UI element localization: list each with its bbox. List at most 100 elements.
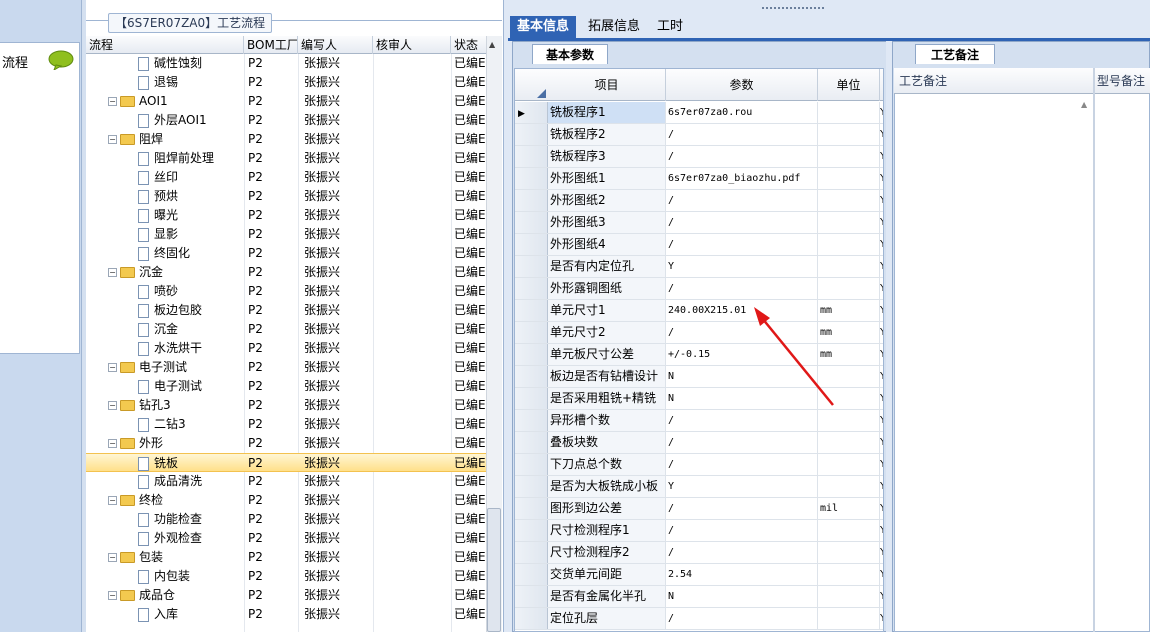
item-cell[interactable]: 外形图纸3	[548, 212, 666, 233]
extra-cell[interactable]: Y	[880, 344, 883, 365]
tree-node-label[interactable]: 板边包胶	[154, 303, 202, 317]
drag-handle[interactable]	[762, 7, 824, 13]
param-row[interactable]: 外形露铜图纸/ Y	[515, 278, 883, 300]
param-cell[interactable]: 6s7er07za0.rou	[666, 102, 818, 123]
extra-cell[interactable]: Y	[880, 146, 883, 167]
item-cell[interactable]: 交货单元间距	[548, 564, 666, 585]
tree-row[interactable]: 丝印 P2 张振兴 已编E	[86, 168, 486, 187]
tree-row[interactable]: 功能检查 P2 张振兴 已编E	[86, 510, 486, 529]
row-header[interactable]	[515, 146, 548, 167]
tree-row[interactable]: 外层AOI1 P2 张振兴 已编E	[86, 111, 486, 130]
item-cell[interactable]: 异形槽个数	[548, 410, 666, 431]
param-cell[interactable]: /	[666, 454, 818, 475]
unit-cell[interactable]	[818, 124, 880, 145]
tree-node-label[interactable]: 退锡	[154, 75, 178, 89]
unit-cell[interactable]	[818, 542, 880, 563]
tree-row[interactable]: 显影 P2 张振兴 已编E	[86, 225, 486, 244]
tree-node-label[interactable]: 碱性蚀刻	[154, 56, 202, 70]
param-cell[interactable]: /	[666, 234, 818, 255]
param-cell[interactable]: /	[666, 608, 818, 629]
param-row[interactable]: 板边是否有钻槽设计N Y	[515, 366, 883, 388]
item-cell[interactable]: 外形露铜图纸	[548, 278, 666, 299]
item-cell[interactable]: 叠板块数	[548, 432, 666, 453]
param-cell[interactable]: /	[666, 498, 818, 519]
row-header[interactable]	[515, 300, 548, 321]
unit-cell[interactable]	[818, 410, 880, 431]
unit-cell[interactable]: mm	[818, 322, 880, 343]
tree-row[interactable]: 喷砂 P2 张振兴 已编E	[86, 282, 486, 301]
extra-cell[interactable]: Y	[880, 300, 883, 321]
item-cell[interactable]: 是否有金属化半孔	[548, 586, 666, 607]
tree-node-label[interactable]: AOI1	[139, 94, 168, 108]
remarks-divider[interactable]	[1093, 68, 1095, 632]
extra-cell[interactable]: Y	[880, 366, 883, 387]
extra-cell[interactable]: Y	[880, 190, 883, 211]
tree-node-label[interactable]: 阻焊前处理	[154, 151, 214, 165]
item-cell[interactable]: 铣板程序2	[548, 124, 666, 145]
item-cell[interactable]: 铣板程序3	[548, 146, 666, 167]
extra-cell[interactable]: Y	[880, 586, 883, 607]
row-header[interactable]: ▶	[515, 102, 548, 123]
param-row[interactable]: 是否有金属化半孔N Y	[515, 586, 883, 608]
item-cell[interactable]: 板边是否有钻槽设计	[548, 366, 666, 387]
extra-cell[interactable]: Y	[880, 256, 883, 277]
extra-cell[interactable]: Y	[880, 102, 883, 123]
tree-node-label[interactable]: 内包装	[154, 569, 190, 583]
row-header[interactable]	[515, 542, 548, 563]
left-strip-label[interactable]: 流程	[2, 52, 28, 71]
tree-node-label[interactable]: 阻焊	[139, 132, 163, 146]
param-row[interactable]: ▶ 铣板程序16s7er07za0.rou Y	[515, 102, 883, 124]
unit-cell[interactable]: mm	[818, 300, 880, 321]
row-header[interactable]	[515, 498, 548, 519]
tree-node-label[interactable]: 外观检查	[154, 531, 202, 545]
tree-row[interactable]: 水洗烘干 P2 张振兴 已编E	[86, 339, 486, 358]
unit-cell[interactable]	[818, 366, 880, 387]
extra-cell[interactable]: Y	[880, 608, 883, 629]
tree-node-label[interactable]: 预烘	[154, 189, 178, 203]
unit-cell[interactable]	[818, 432, 880, 453]
unit-cell[interactable]	[818, 234, 880, 255]
param-row[interactable]: 是否有内定位孔YY	[515, 256, 883, 278]
tree-row[interactable]: 碱性蚀刻 P2 张振兴 已编E	[86, 54, 486, 73]
param-cell[interactable]: /	[666, 520, 818, 541]
item-cell[interactable]: 下刀点总个数	[548, 454, 666, 475]
remarks-body[interactable]	[894, 68, 1150, 632]
param-row[interactable]: 外形图纸4/ Y	[515, 234, 883, 256]
collapse-toggle-icon[interactable]: −	[108, 439, 117, 448]
tree-node-label[interactable]: 沉金	[139, 265, 163, 279]
param-cell[interactable]: N	[666, 366, 818, 387]
tree-row[interactable]: − AOI1 P2 张振兴 已编E	[86, 92, 486, 111]
collapse-toggle-icon[interactable]: −	[108, 553, 117, 562]
row-header[interactable]	[515, 168, 548, 189]
tree-row[interactable]: 板边包胶 P2 张振兴 已编E	[86, 301, 486, 320]
unit-cell[interactable]	[818, 146, 880, 167]
tree-row[interactable]: 终固化 P2 张振兴 已编E	[86, 244, 486, 263]
unit-cell[interactable]	[818, 212, 880, 233]
row-header[interactable]	[515, 190, 548, 211]
row-header[interactable]	[515, 608, 548, 629]
tree-node-label[interactable]: 入库	[154, 607, 178, 621]
item-cell[interactable]: 单元尺寸2	[548, 322, 666, 343]
collapse-toggle-icon[interactable]: −	[108, 97, 117, 106]
tree-node-label[interactable]: 钻孔3	[139, 398, 171, 412]
tree-row[interactable]: − 钻孔3 P2 张振兴 已编E	[86, 396, 486, 415]
tree-node-label[interactable]: 终检	[139, 493, 163, 507]
extra-cell[interactable]: Y	[880, 168, 883, 189]
unit-cell[interactable]	[818, 278, 880, 299]
row-header[interactable]	[515, 410, 548, 431]
collapse-toggle-icon[interactable]: −	[108, 363, 117, 372]
item-cell[interactable]: 外形图纸1	[548, 168, 666, 189]
unit-cell[interactable]	[818, 520, 880, 541]
param-row[interactable]: 外形图纸16s7er07za0_biaozhu.pdf Y	[515, 168, 883, 190]
param-cell[interactable]: 6s7er07za0_biaozhu.pdf	[666, 168, 818, 189]
row-header[interactable]	[515, 520, 548, 541]
tree-node-label[interactable]: 外形	[139, 436, 163, 450]
extra-cell[interactable]: Y	[880, 498, 883, 519]
collapse-toggle-icon[interactable]: −	[108, 268, 117, 277]
tree-node-label[interactable]: 成品清洗	[154, 474, 202, 488]
col-item[interactable]: 项目	[548, 69, 666, 101]
tree-node-label[interactable]: 铣板	[154, 456, 178, 470]
tree-scrollbar-thumb[interactable]	[487, 508, 501, 632]
param-cell[interactable]: /	[666, 190, 818, 211]
extra-cell[interactable]: Y	[880, 212, 883, 233]
